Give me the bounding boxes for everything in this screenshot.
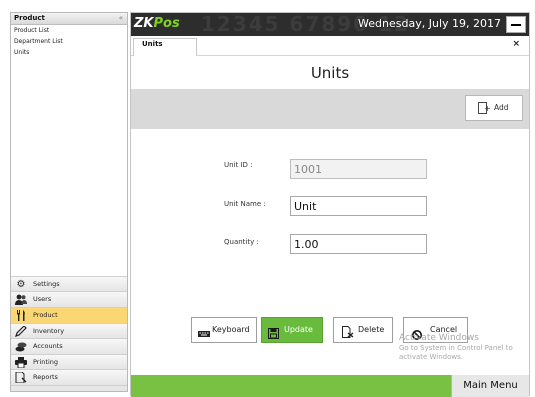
module-inventory[interactable]: Inventory (11, 322, 127, 339)
main-menu-button[interactable]: Main Menu (451, 375, 529, 397)
module-settings[interactable]: ⚙ Settings (11, 275, 127, 292)
unit-name-field[interactable] (290, 196, 427, 216)
activate-line: Go to System in Control Panel to (399, 344, 513, 352)
close-icon[interactable]: × (512, 39, 520, 49)
module-label: Reports (33, 373, 58, 382)
users-icon (15, 294, 27, 306)
printer-icon (15, 356, 27, 369)
unit-id-label: Unit ID : (224, 161, 253, 169)
sidebar-item-department-list[interactable]: Department List (11, 36, 127, 47)
add-button[interactable]: Add (465, 95, 523, 121)
page-title: Units (310, 64, 350, 82)
update-button[interactable]: Update (261, 317, 323, 343)
sidebar-title: Product (14, 14, 45, 22)
module-accounts[interactable]: Accounts (11, 338, 127, 354)
add-label: Add (494, 103, 509, 112)
save-icon (268, 325, 279, 339)
module-printing[interactable]: Printing (11, 353, 127, 370)
delete-button[interactable]: Delete (333, 317, 393, 343)
quantity-label: Quantity : (224, 238, 259, 246)
module-users[interactable]: Users (11, 291, 127, 308)
unit-id-field (290, 159, 427, 179)
collapse-icon[interactable]: « (119, 13, 123, 24)
sidebar-item-units[interactable]: Units (11, 47, 127, 58)
tab-strip: Units × (131, 36, 529, 56)
activate-title: Activate Windows (399, 333, 479, 343)
module-label: Users (33, 295, 52, 304)
sidebar-header: Product « (11, 13, 127, 25)
logo-suffix: Pos (153, 16, 180, 31)
module-label: Printing (33, 357, 59, 366)
activate-line: activate Windows. (399, 353, 464, 361)
module-label: Product (33, 311, 58, 320)
fork-knife-icon (15, 310, 27, 322)
current-date: Wednesday, July 19, 2017 (358, 17, 501, 30)
bottom-bar: Main Menu (131, 375, 529, 397)
quantity-field[interactable] (290, 234, 427, 254)
coins-icon (15, 341, 27, 352)
delete-document-icon (342, 324, 354, 338)
pencil-icon (15, 324, 27, 337)
app-logo: ZKPos (134, 16, 180, 32)
delete-label: Delete (358, 325, 385, 334)
action-bar: Add (131, 89, 529, 129)
activate-windows-watermark: Activate Windows Go to System in Control… (399, 333, 513, 362)
top-bar: 12345 67890 12 ZKPos Wednesday, July 19,… (131, 13, 529, 36)
report-icon (15, 371, 27, 384)
module-label: Settings (33, 279, 60, 288)
keyboard-button[interactable]: Keyboard (191, 317, 257, 343)
tab-units[interactable]: Units (133, 38, 197, 56)
module-list: ⚙ Settings Users Product Inventory Accou… (11, 275, 127, 391)
module-product[interactable]: Product (11, 307, 127, 323)
minimize-button[interactable] (506, 16, 526, 33)
update-label: Update (284, 325, 313, 334)
add-document-icon (478, 102, 491, 114)
main-panel: 12345 67890 12 ZKPos Wednesday, July 19,… (130, 12, 530, 397)
keyboard-icon (198, 325, 210, 337)
module-label: Inventory (33, 326, 65, 335)
sidebar-item-product-list[interactable]: Product List (11, 25, 127, 36)
sidebar: Product « Product List Department List U… (10, 12, 128, 392)
app-window: Product « Product List Department List U… (0, 0, 535, 397)
sidebar-footer (11, 385, 127, 391)
module-reports[interactable]: Reports (11, 369, 127, 385)
module-label: Accounts (33, 342, 63, 351)
keyboard-label: Keyboard (212, 325, 250, 334)
unit-name-label: Unit Name : (224, 200, 266, 208)
gear-icon: ⚙ (16, 278, 26, 290)
logo-prefix: ZK (134, 16, 154, 31)
